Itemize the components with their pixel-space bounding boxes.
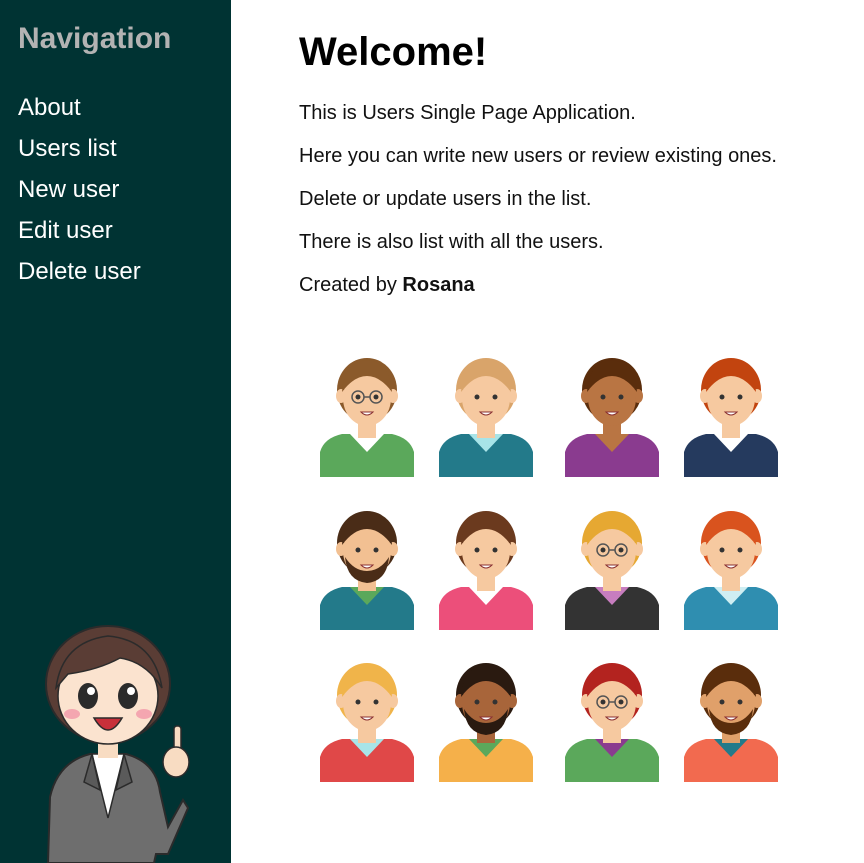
intro-paragraph: There is also list with all the users. bbox=[299, 231, 604, 253]
user-avatar bbox=[320, 358, 414, 477]
page-title: Welcome! bbox=[299, 30, 488, 74]
credit-author: Rosana bbox=[402, 274, 475, 296]
intro-paragraph: This is Users Single Page Application. bbox=[299, 102, 636, 124]
nav-item-users-list: Users list bbox=[18, 133, 141, 174]
mascot-illustration bbox=[45, 625, 190, 863]
credit-prefix: Created by bbox=[299, 274, 397, 296]
user-avatar bbox=[439, 663, 533, 782]
nav-list: About Users list New user Edit user Dele… bbox=[18, 92, 141, 297]
user-avatar bbox=[320, 663, 414, 782]
nav-link-about[interactable]: About bbox=[18, 94, 81, 121]
nav-link-edit-user[interactable]: Edit user bbox=[18, 217, 113, 244]
user-avatar bbox=[565, 663, 659, 782]
nav-item-new-user: New user bbox=[18, 174, 141, 215]
intro-paragraph: Here you can write new users or review e… bbox=[299, 145, 777, 167]
nav-item-about: About bbox=[18, 92, 141, 133]
nav-item-delete-user: Delete user bbox=[18, 256, 141, 297]
credit-line: Created by Rosana bbox=[299, 274, 475, 297]
nav-item-edit-user: Edit user bbox=[18, 215, 141, 256]
user-avatar bbox=[565, 358, 659, 477]
intro-paragraph: Delete or update users in the list. bbox=[299, 188, 592, 210]
user-avatar bbox=[684, 358, 778, 477]
nav-title: Navigation bbox=[18, 22, 172, 55]
user-avatar bbox=[439, 358, 533, 477]
user-avatar bbox=[439, 511, 533, 630]
sidebar: Navigation About Users list New user Edi… bbox=[0, 0, 231, 863]
nav-link-new-user[interactable]: New user bbox=[18, 176, 119, 203]
user-avatar bbox=[565, 511, 659, 630]
nav-link-users-list[interactable]: Users list bbox=[18, 135, 117, 162]
user-avatar bbox=[320, 511, 414, 630]
nav-link-delete-user[interactable]: Delete user bbox=[18, 258, 141, 285]
user-avatar bbox=[684, 663, 778, 782]
user-avatar bbox=[684, 511, 778, 630]
